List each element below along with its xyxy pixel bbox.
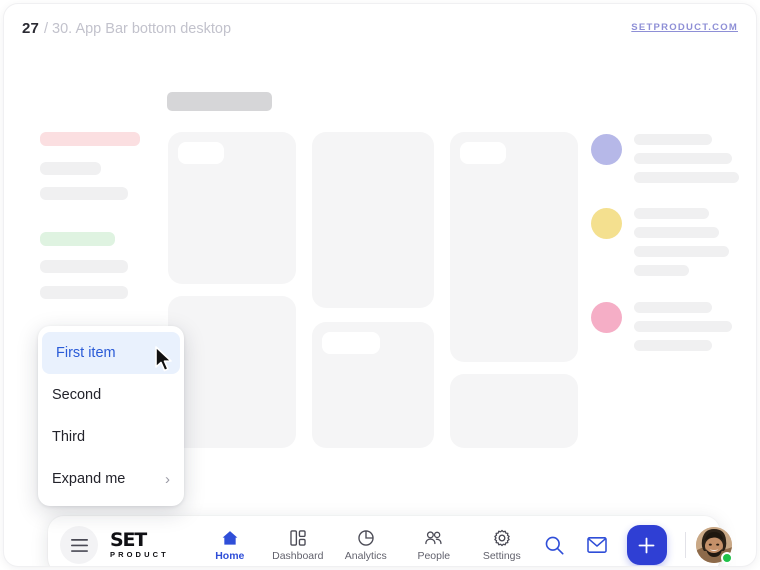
skeleton-card xyxy=(312,322,434,448)
skeleton-line xyxy=(634,227,719,238)
menu-item-label: Third xyxy=(52,429,86,445)
menu-item-label: Second xyxy=(52,387,102,403)
skeleton-bar xyxy=(40,187,128,200)
skeleton-line xyxy=(634,302,712,313)
avatar[interactable] xyxy=(695,527,733,564)
skeleton-line xyxy=(634,265,689,276)
nav-label: Settings xyxy=(482,549,521,562)
mouse-pointer-icon xyxy=(155,346,172,372)
nav-item-people[interactable]: People xyxy=(401,522,467,566)
skeleton-chip xyxy=(178,142,224,164)
slide-frame: 27 / 30. App Bar bottom desktop SETPRODU… xyxy=(4,4,756,566)
nav-label: Home xyxy=(215,549,245,562)
app-bar-actions xyxy=(535,525,734,565)
menu-item-second[interactable]: Second xyxy=(38,374,184,416)
home-icon xyxy=(222,530,238,545)
search-icon xyxy=(545,536,564,555)
menu-item-third[interactable]: Third xyxy=(38,416,184,458)
skeleton-chip xyxy=(322,332,380,354)
nav-label: Dashboard xyxy=(272,549,324,562)
hamburger-icon xyxy=(70,538,88,552)
skeleton-line xyxy=(634,340,712,351)
nav-label: Analytics xyxy=(344,549,387,562)
skeleton-line xyxy=(634,208,709,219)
app-bar-nav: Home Dashboard Analytics People Settings xyxy=(197,522,535,566)
skeleton-card xyxy=(312,132,434,308)
skeleton-line xyxy=(634,246,729,257)
skeleton-bar xyxy=(40,232,115,246)
add-button[interactable] xyxy=(626,525,667,565)
skeleton-bar xyxy=(40,162,101,175)
slide-header: 27 / 30. App Bar bottom desktop SETPRODU… xyxy=(4,4,756,52)
list-item-avatar xyxy=(591,134,622,165)
nav-item-analytics[interactable]: Analytics xyxy=(333,522,399,566)
mail-icon xyxy=(587,537,607,553)
gear-icon xyxy=(494,529,510,546)
skeleton-line xyxy=(634,321,732,332)
search-button[interactable] xyxy=(535,525,575,565)
nav-item-home[interactable]: Home xyxy=(197,522,263,566)
brand-logo[interactable]: SET PRODUCT xyxy=(110,531,169,559)
list-item-avatar xyxy=(591,302,622,333)
hamburger-menu-button[interactable] xyxy=(60,526,98,564)
skeleton-chip xyxy=(460,142,506,164)
people-icon xyxy=(425,530,442,544)
plus-icon xyxy=(638,537,655,553)
dashboard-icon xyxy=(290,529,306,546)
skeleton-card xyxy=(450,374,578,448)
brand-watermark[interactable]: SETPRODUCT.COM xyxy=(631,22,738,33)
skeleton-line xyxy=(634,172,739,183)
bottom-app-bar: SET PRODUCT Home Dashboard Analytics Peo… xyxy=(48,516,733,566)
skeleton-card xyxy=(168,132,296,284)
pie-chart-icon xyxy=(358,529,374,546)
skeleton-line xyxy=(634,134,712,145)
skeleton-bar xyxy=(40,286,128,299)
list-item-avatar xyxy=(591,208,622,239)
chevron-right-icon: › xyxy=(165,470,170,488)
nav-item-settings[interactable]: Settings xyxy=(469,522,535,566)
logo-primary-text: SET xyxy=(110,529,147,552)
skeleton-bar xyxy=(40,132,140,146)
slide-number: 27 xyxy=(22,20,40,37)
menu-item-expand-me[interactable]: Expand me › xyxy=(38,458,184,500)
skeleton-bar xyxy=(40,260,128,273)
nav-item-dashboard[interactable]: Dashboard xyxy=(265,522,331,566)
nav-label: People xyxy=(417,549,451,562)
skeleton-bar xyxy=(167,92,272,111)
menu-item-label: First item xyxy=(56,345,116,361)
logo-secondary-text: PRODUCT xyxy=(110,550,169,560)
menu-item-label: Expand me xyxy=(52,471,126,487)
page-title: / 30. App Bar bottom desktop xyxy=(44,21,232,37)
status-badge xyxy=(720,552,733,564)
skeleton-card xyxy=(168,296,296,448)
mail-button[interactable] xyxy=(577,525,617,565)
skeleton-line xyxy=(634,153,732,164)
skeleton-card xyxy=(450,132,578,362)
action-divider xyxy=(684,532,686,558)
